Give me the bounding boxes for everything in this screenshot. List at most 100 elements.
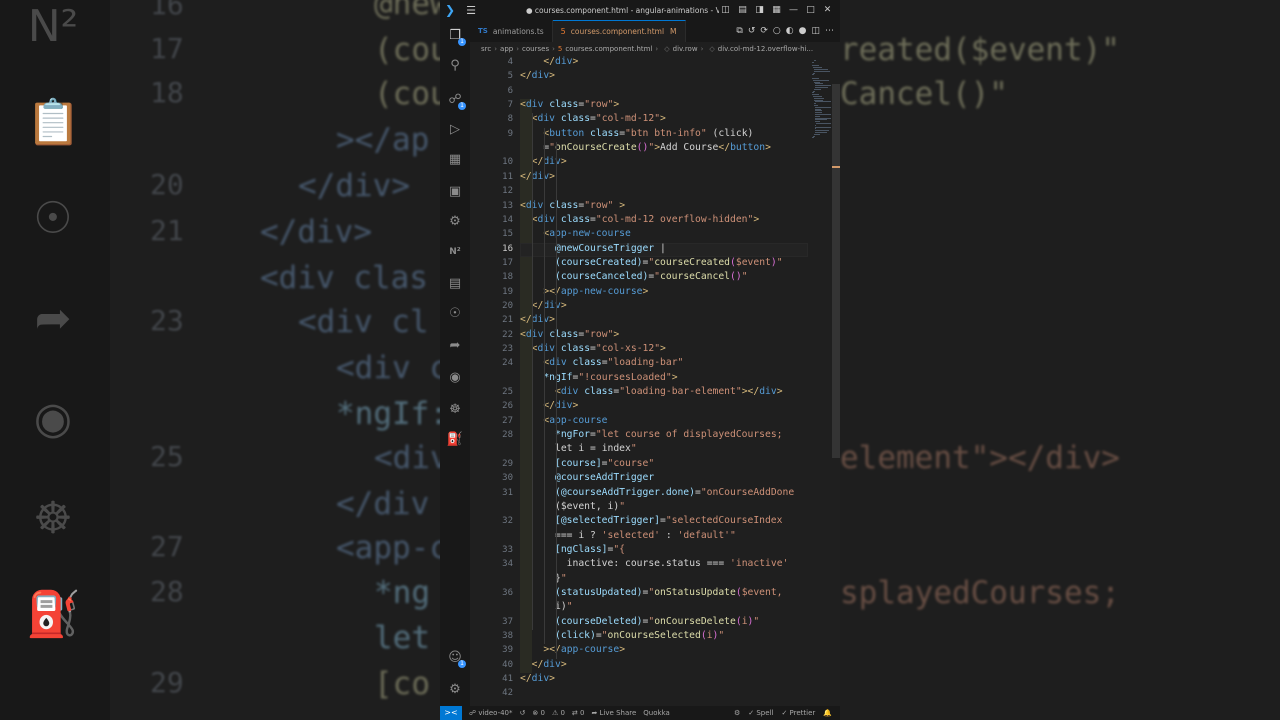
timeline-icon[interactable]: ☉ (445, 304, 465, 324)
code-line[interactable]: <app-course (520, 415, 607, 426)
code-line[interactable]: </div> (520, 659, 567, 670)
refresh-icon[interactable]: ⟳ (760, 26, 768, 36)
menu-icon[interactable]: ☰ (460, 4, 482, 17)
remote-explorer-icon[interactable]: ▣ (445, 182, 465, 202)
split-editor-icon[interactable]: ◫ (811, 26, 820, 36)
problems-errors[interactable]: ⊗ 0 (532, 709, 545, 717)
clipboard-icon: 📋 (26, 97, 81, 148)
line-number: 32 (502, 516, 513, 527)
more-actions-icon[interactable]: ⋯ (825, 26, 834, 36)
code-line[interactable]: <div class="col-xs-12"> (520, 343, 666, 354)
accounts-icon[interactable]: ☺ 1 (445, 648, 466, 668)
code-line[interactable]: (courseCreated)="courseCreated($event)" (520, 257, 783, 268)
code-line[interactable]: === i ? 'selected' : 'default'" (520, 530, 736, 541)
code-line[interactable]: </div> (520, 400, 578, 411)
circle-icon[interactable]: ○ (773, 26, 781, 36)
search-icon[interactable]: ⚲ (445, 56, 465, 76)
revert-icon[interactable]: ↺ (748, 26, 756, 36)
kubernetes-icon[interactable]: ☸ (445, 400, 465, 420)
code-line[interactable]: </div> (520, 171, 555, 182)
notifications-bell-icon[interactable]: 🔔 (823, 709, 832, 717)
run-debug-icon[interactable]: ▷ (445, 120, 465, 140)
live-share-icon[interactable]: ➦ (445, 336, 465, 356)
explorer-badge: 1 (458, 38, 466, 46)
n2-icon[interactable]: N² (445, 242, 465, 262)
bg-code-line: *ng (374, 575, 430, 611)
breadcrumb-item[interactable]: div.col-md-12.overflow-hi... (718, 45, 813, 53)
code-line[interactable]: ></app-new-course> (520, 286, 648, 297)
vertical-scrollbar[interactable] (832, 84, 840, 458)
code-line[interactable]: (statusUpdated)="onStatusUpdate($event, (520, 587, 783, 598)
code-line[interactable]: (click)="onCourseSelected(i)" (520, 630, 724, 641)
code-line[interactable]: i)" (520, 601, 573, 612)
testing-icon[interactable]: ⚙ (445, 212, 465, 232)
line-number: 29 (502, 458, 513, 469)
quokka-item[interactable]: Quokka (643, 709, 670, 717)
code-line[interactable]: @courseAddTrigger (520, 472, 654, 483)
code-line[interactable]: [course]="course" (520, 458, 654, 469)
breadcrumb-item[interactable]: courses.component.html (565, 45, 652, 53)
branch-item[interactable]: ☍ video-40* (469, 709, 513, 717)
tab-label: animations.ts (492, 26, 544, 36)
clipboard-icon[interactable]: ▤ (445, 274, 465, 294)
preview-icon[interactable]: ◐ (786, 26, 794, 36)
code-line[interactable]: ="onCourseCreate()">Add Course</button> (520, 142, 771, 153)
code-line[interactable]: </div> (520, 673, 555, 684)
breadcrumb-item[interactable]: div.row (673, 45, 698, 53)
customize-layout-icon[interactable]: ▦ (770, 5, 783, 15)
toggle-panel-icon[interactable]: ▤ (736, 5, 749, 15)
minimap[interactable] (810, 56, 832, 698)
toggle-sidebar-icon[interactable]: ◫ (719, 5, 732, 15)
prettier-item[interactable]: ✓ Prettier (781, 709, 815, 717)
breadcrumb-item[interactable]: courses (522, 45, 549, 53)
problems-warnings[interactable]: ⚠ 0 (552, 709, 565, 717)
code-line[interactable]: @newCourseTrigger | (520, 243, 666, 254)
code-line[interactable]: <div class="row"> (520, 99, 619, 110)
code-line[interactable]: <div class="col-md-12"> (520, 113, 666, 124)
code-line[interactable]: [@selectedTrigger]="selectedCourseIndex (520, 515, 782, 526)
spell-item[interactable]: ✓ Spell (748, 709, 773, 717)
window-title: ● courses.component.html - angular-anima… (526, 5, 719, 15)
maximize-button[interactable]: □ (804, 5, 817, 15)
record-icon[interactable]: ● (799, 26, 807, 36)
code-line[interactable]: <div class="row"> (520, 329, 619, 340)
breadcrumb-item[interactable]: app (500, 45, 513, 53)
code-line[interactable]: [ngClass]="{ (520, 544, 625, 555)
github-icon[interactable]: ◉ (445, 368, 465, 388)
code-line[interactable]: <div class="row" > (520, 200, 625, 211)
settings-gear-icon[interactable]: ⚙ (445, 680, 465, 700)
live-share-item[interactable]: ➦ Live Share (591, 709, 636, 717)
code-line[interactable]: *ngFor="let course of displayedCourses; (520, 429, 782, 440)
ports-item[interactable]: ⇄ 0 (572, 709, 585, 717)
close-button[interactable]: ✕ (821, 5, 834, 15)
minimize-button[interactable]: — (787, 5, 800, 15)
vscode-logo-icon[interactable]: ❯ (440, 0, 460, 20)
remote-indicator[interactable]: >< (440, 706, 462, 720)
code-line[interactable]: </div> (520, 314, 555, 325)
code-line[interactable]: let i = index" (520, 443, 637, 454)
docker-icon[interactable]: ⛽ (445, 430, 465, 450)
code-editor[interactable]: 4 5 6 7 8 9 10 11 12 13 14 15 16 17 18 19 20 21 22 23 24 25 26… (470, 56, 840, 698)
breadcrumb-item[interactable]: src (481, 45, 491, 53)
tab-animations-ts[interactable]: TS animations.ts (470, 20, 553, 42)
explorer-icon[interactable]: ❐ 1 (445, 26, 466, 46)
code-line[interactable]: <div class="loading-bar-element"></div> (520, 386, 783, 397)
code-line[interactable]: ></app-course> (520, 644, 625, 655)
code-line[interactable]: ($event, i)" (520, 501, 625, 512)
code-line[interactable]: <app-new-course (520, 228, 631, 239)
code-line[interactable]: (courseCanceled)="courseCancel()" (520, 271, 748, 282)
sync-icon[interactable]: ↺ (520, 709, 526, 717)
copilot-icon[interactable]: ⚙ (734, 709, 740, 717)
toggle-secondary-sidebar-icon[interactable]: ◨ (753, 5, 766, 15)
tab-courses-component-html[interactable]: 5 courses.component.html M (552, 20, 686, 42)
code-line[interactable]: </div> (520, 70, 555, 81)
code-line[interactable]: inactive: course.status === 'inactive' (520, 558, 789, 569)
bg-code-line: Cancel()" (840, 76, 1008, 112)
code-line[interactable]: </div> (520, 56, 578, 67)
source-control-icon[interactable]: ☍ 1 (445, 90, 466, 110)
compare-icon[interactable]: ⧉ (736, 26, 742, 36)
code-line[interactable]: (@courseAddTrigger.done)="onCourseAddDon… (520, 487, 794, 498)
line-number: 6 (507, 85, 513, 96)
code-line[interactable]: <button class="btn btn-info" (click) (520, 128, 753, 139)
extensions-icon[interactable]: ▦ (445, 150, 465, 170)
